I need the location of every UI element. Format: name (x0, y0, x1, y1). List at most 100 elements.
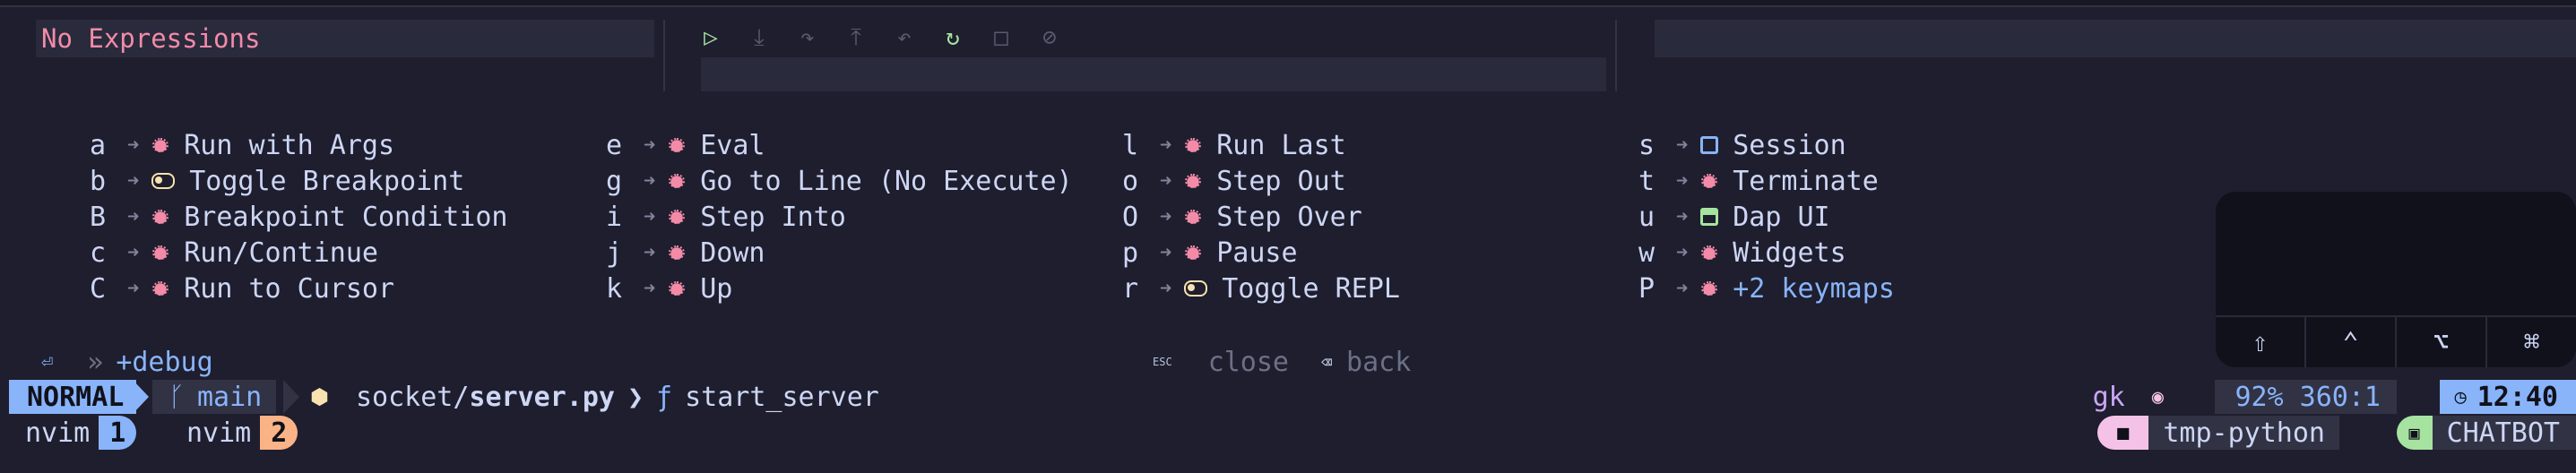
return-icon: ⏎ (41, 350, 54, 374)
function-icon: ƒ (656, 381, 673, 413)
git-branch[interactable]: ᚴ main (152, 380, 277, 414)
whichkey-label: Step Into (700, 201, 846, 233)
bug-icon (151, 280, 170, 297)
top-border (0, 0, 2576, 7)
whichkey-item[interactable]: e ➜ Eval (606, 127, 1073, 163)
whichkey-key: g (606, 165, 623, 197)
bug-icon (151, 136, 170, 154)
whichkey-footer: ESC close ⌫ back (1153, 346, 1411, 378)
scopes-panel[interactable] (1655, 20, 2576, 57)
whichkey-key: B (90, 201, 107, 233)
option-key-icon[interactable]: ⌥ (2397, 317, 2487, 367)
whichkey-item[interactable]: j ➜ Down (606, 235, 1073, 271)
dap-controls-panel[interactable] (701, 57, 1606, 91)
whichkey-key: t (1638, 165, 1655, 197)
step-into-icon[interactable]: ⤓ (746, 22, 773, 54)
arrow-icon: ➜ (1676, 205, 1689, 228)
whichkey-item[interactable]: b ➜ Toggle Breakpoint (90, 163, 507, 199)
whichkey-label: Breakpoint Condition (184, 201, 508, 233)
tmux-app-name: CHATBOT (2432, 416, 2576, 450)
clock: ◷ 12:40 (2440, 380, 2576, 414)
whichkey-key: a (90, 129, 107, 161)
bug-icon (1184, 136, 1203, 154)
whichkey-key: o (1122, 165, 1139, 197)
whichkey-item[interactable]: g ➜ Go to Line (No Execute) (606, 163, 1073, 199)
close-hint[interactable]: close (1208, 347, 1289, 378)
whichkey-item[interactable]: t ➜ Terminate (1638, 163, 1895, 199)
tmux-window-name: nvim (25, 417, 91, 449)
bug-icon (1184, 244, 1203, 262)
arrow-icon: ➜ (127, 241, 140, 264)
whichkey-breadcrumb: ⏎ » +debug (41, 346, 213, 378)
step-over-icon[interactable]: ↷ (794, 22, 821, 54)
whichkey-key: O (1122, 201, 1139, 233)
shift-key-icon[interactable]: ⇧ (2216, 317, 2306, 367)
git-branch-icon: ᚴ (169, 381, 185, 413)
whichkey-item[interactable]: u ➜ Dap UI (1638, 199, 1895, 235)
whichkey-item[interactable]: k ➜ Up (606, 271, 1073, 306)
whichkey-key: e (606, 129, 623, 161)
disconnect-icon[interactable]: ⊘ (1036, 22, 1063, 54)
arrow-icon: ➜ (1160, 205, 1172, 228)
esc-key-icon: ESC (1153, 356, 1172, 368)
whichkey-item[interactable]: a ➜ Run with Args (90, 127, 507, 163)
watches-empty-text: No Expressions (41, 23, 261, 54)
session-icon (1700, 136, 1719, 154)
whichkey-key: i (606, 201, 623, 233)
ctrl-key-icon[interactable]: ⌃ (2306, 317, 2397, 367)
cursor-position: 92% 360:1 (2215, 380, 2397, 414)
whichkey-item[interactable]: C ➜ Run to Cursor (90, 271, 507, 306)
bug-icon (151, 208, 170, 226)
whichkey-item[interactable]: O ➜ Step Over (1122, 199, 1400, 235)
whichkey-key: u (1638, 201, 1655, 233)
whichkey-key: b (90, 165, 107, 197)
whichkey-key: P (1638, 272, 1655, 305)
whichkey-label: Down (700, 236, 765, 269)
whichkey-item[interactable]: B ➜ Breakpoint Condition (90, 199, 507, 235)
whichkey-key: c (90, 236, 107, 269)
tmux-session-name: tmp-python (2148, 416, 2339, 450)
whichkey-label: Run/Continue (184, 236, 378, 269)
whichkey-item[interactable]: P ➜ +2 keymaps (1638, 271, 1895, 306)
whichkey-item[interactable]: l ➜ Run Last (1122, 127, 1400, 163)
arrow-icon: ➜ (1160, 277, 1172, 300)
whichkey-item[interactable]: w ➜ Widgets (1638, 235, 1895, 271)
whichkey-item[interactable]: c ➜ Run/Continue (90, 235, 507, 271)
whichkey-item[interactable]: i ➜ Step Into (606, 199, 1073, 235)
stop-icon[interactable]: □ (988, 22, 1015, 54)
arrow-icon: ➜ (1676, 133, 1689, 157)
file-info[interactable]: ⬢ socket/ server.py ❯ ƒ start_server (310, 380, 879, 414)
arrow-icon: ➜ (127, 277, 140, 300)
breadcrumb-chevron-icon: ❯ (627, 381, 644, 413)
backspace-icon: ⌫ (1321, 351, 1333, 373)
step-back-icon[interactable]: ↶ (891, 22, 918, 54)
bug-icon (1184, 208, 1203, 226)
whichkey-item[interactable]: p ➜ Pause (1122, 235, 1400, 271)
whichkey-column-2: e ➜ Eval g ➜ Go to Line (No Execute) i ➜ Step In… (606, 127, 1073, 306)
tmux-window-name: nvim (186, 417, 252, 449)
modifier-keypad: ⇧ ⌃ ⌥ ⌘ (2216, 192, 2576, 367)
whichkey-item[interactable]: s ➜ Session (1638, 127, 1895, 163)
step-out-icon[interactable]: ⤒ (843, 22, 869, 54)
arrow-icon: ➜ (644, 205, 656, 228)
whichkey-label: Step Over (1216, 201, 1362, 233)
bug-icon (668, 136, 687, 154)
mode-indicator: NORMAL (9, 380, 137, 414)
command-key-icon[interactable]: ⌘ (2487, 317, 2576, 367)
back-hint[interactable]: back (1346, 347, 1411, 378)
clock-icon: ◷ (2454, 385, 2467, 408)
statusline: NORMAL ᚴ main ⬢ socket/ server.py ❯ ƒ st… (0, 380, 2576, 414)
restart-icon[interactable]: ↻ (939, 22, 966, 54)
bug-icon (668, 244, 687, 262)
mode-separator (133, 380, 149, 414)
play-icon[interactable]: ▷ (697, 22, 724, 54)
tmux-window-1[interactable]: nvim 1 (25, 416, 137, 450)
whichkey-label: Toggle REPL (1222, 272, 1400, 305)
whichkey-item[interactable]: o ➜ Step Out (1122, 163, 1400, 199)
whichkey-item[interactable]: r ➜ Toggle REPL (1122, 271, 1400, 306)
tmux-app: ▣ CHATBOT (2396, 416, 2576, 450)
tmux-window-2[interactable]: nvim 2 (186, 416, 298, 450)
whichkey-label: Eval (700, 129, 765, 161)
breadcrumb-separator: » (87, 346, 104, 378)
arrow-icon: ➜ (644, 241, 656, 264)
